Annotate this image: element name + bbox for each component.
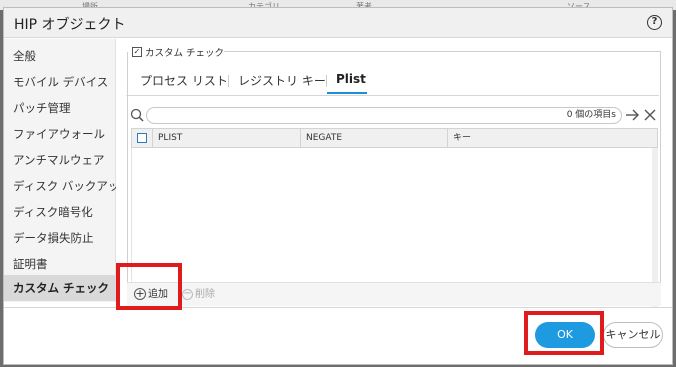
highlight-box-add bbox=[116, 263, 182, 310]
custom-check-panel: ✓ カスタム チェック プロセス リスト レジストリ キー Plist 0 個の… bbox=[124, 43, 661, 308]
search-icon bbox=[130, 108, 144, 122]
sidebar-item-disk-backup[interactable]: ディスク バックアップ bbox=[4, 173, 116, 199]
close-icon[interactable] bbox=[643, 107, 657, 123]
cancel-button[interactable]: キャンセル bbox=[603, 322, 663, 348]
sidebar-item-patch-management[interactable]: パッチ管理 bbox=[4, 95, 116, 121]
column-negate[interactable]: NEGATE bbox=[300, 129, 447, 147]
minus-circle-icon: − bbox=[182, 287, 193, 300]
column-key[interactable]: キー bbox=[447, 129, 657, 147]
sidebar-item-firewall[interactable]: ファイアウォール bbox=[4, 121, 116, 147]
footer-divider bbox=[4, 307, 672, 308]
sidebar-item-data-loss-prevention[interactable]: データ損失防止 bbox=[4, 225, 116, 251]
highlight-box-ok bbox=[524, 311, 604, 355]
sidebar-item-anti-malware[interactable]: アンチマルウェア bbox=[4, 147, 116, 173]
tabs-divider bbox=[126, 95, 659, 96]
sidebar-item-certificate[interactable]: 証明書 bbox=[4, 251, 116, 277]
arrow-right-icon[interactable] bbox=[624, 107, 640, 123]
tab-registry-key[interactable]: レジストリ キー bbox=[238, 72, 326, 89]
sidebar-item-mobile-device[interactable]: モバイル デバイス bbox=[4, 69, 116, 95]
column-plist[interactable]: PLIST bbox=[152, 129, 300, 147]
delete-label: 削除 bbox=[195, 289, 215, 300]
sidebar-item-disk-encryption[interactable]: ディスク暗号化 bbox=[4, 199, 116, 225]
sidebar: 全般 モバイル デバイス パッチ管理 ファイアウォール アンチマルウェア ディス… bbox=[4, 39, 116, 302]
help-icon[interactable]: ? bbox=[647, 15, 662, 30]
sidebar-item-custom-check[interactable]: カスタム チェック bbox=[4, 275, 116, 301]
dialog-titlebar: HIP オブジェクト ? bbox=[4, 8, 672, 38]
tab-plist[interactable]: Plist bbox=[336, 72, 366, 86]
tab-process-list[interactable]: プロセス リスト bbox=[140, 72, 228, 89]
delete-button[interactable]: − 削除 bbox=[182, 287, 215, 303]
table-body bbox=[131, 148, 658, 282]
dialog-title: HIP オブジェクト bbox=[14, 17, 126, 33]
active-tab-indicator bbox=[327, 92, 367, 94]
item-count: 0 個の項目s bbox=[566, 110, 616, 120]
tab-separator bbox=[326, 75, 327, 87]
select-all-checkbox[interactable] bbox=[137, 133, 147, 143]
tab-separator bbox=[228, 75, 229, 87]
table-header: PLIST NEGATE キー bbox=[131, 128, 658, 148]
search-input[interactable]: 0 個の項目s bbox=[146, 107, 622, 124]
sidebar-item-general[interactable]: 全般 bbox=[4, 43, 116, 69]
